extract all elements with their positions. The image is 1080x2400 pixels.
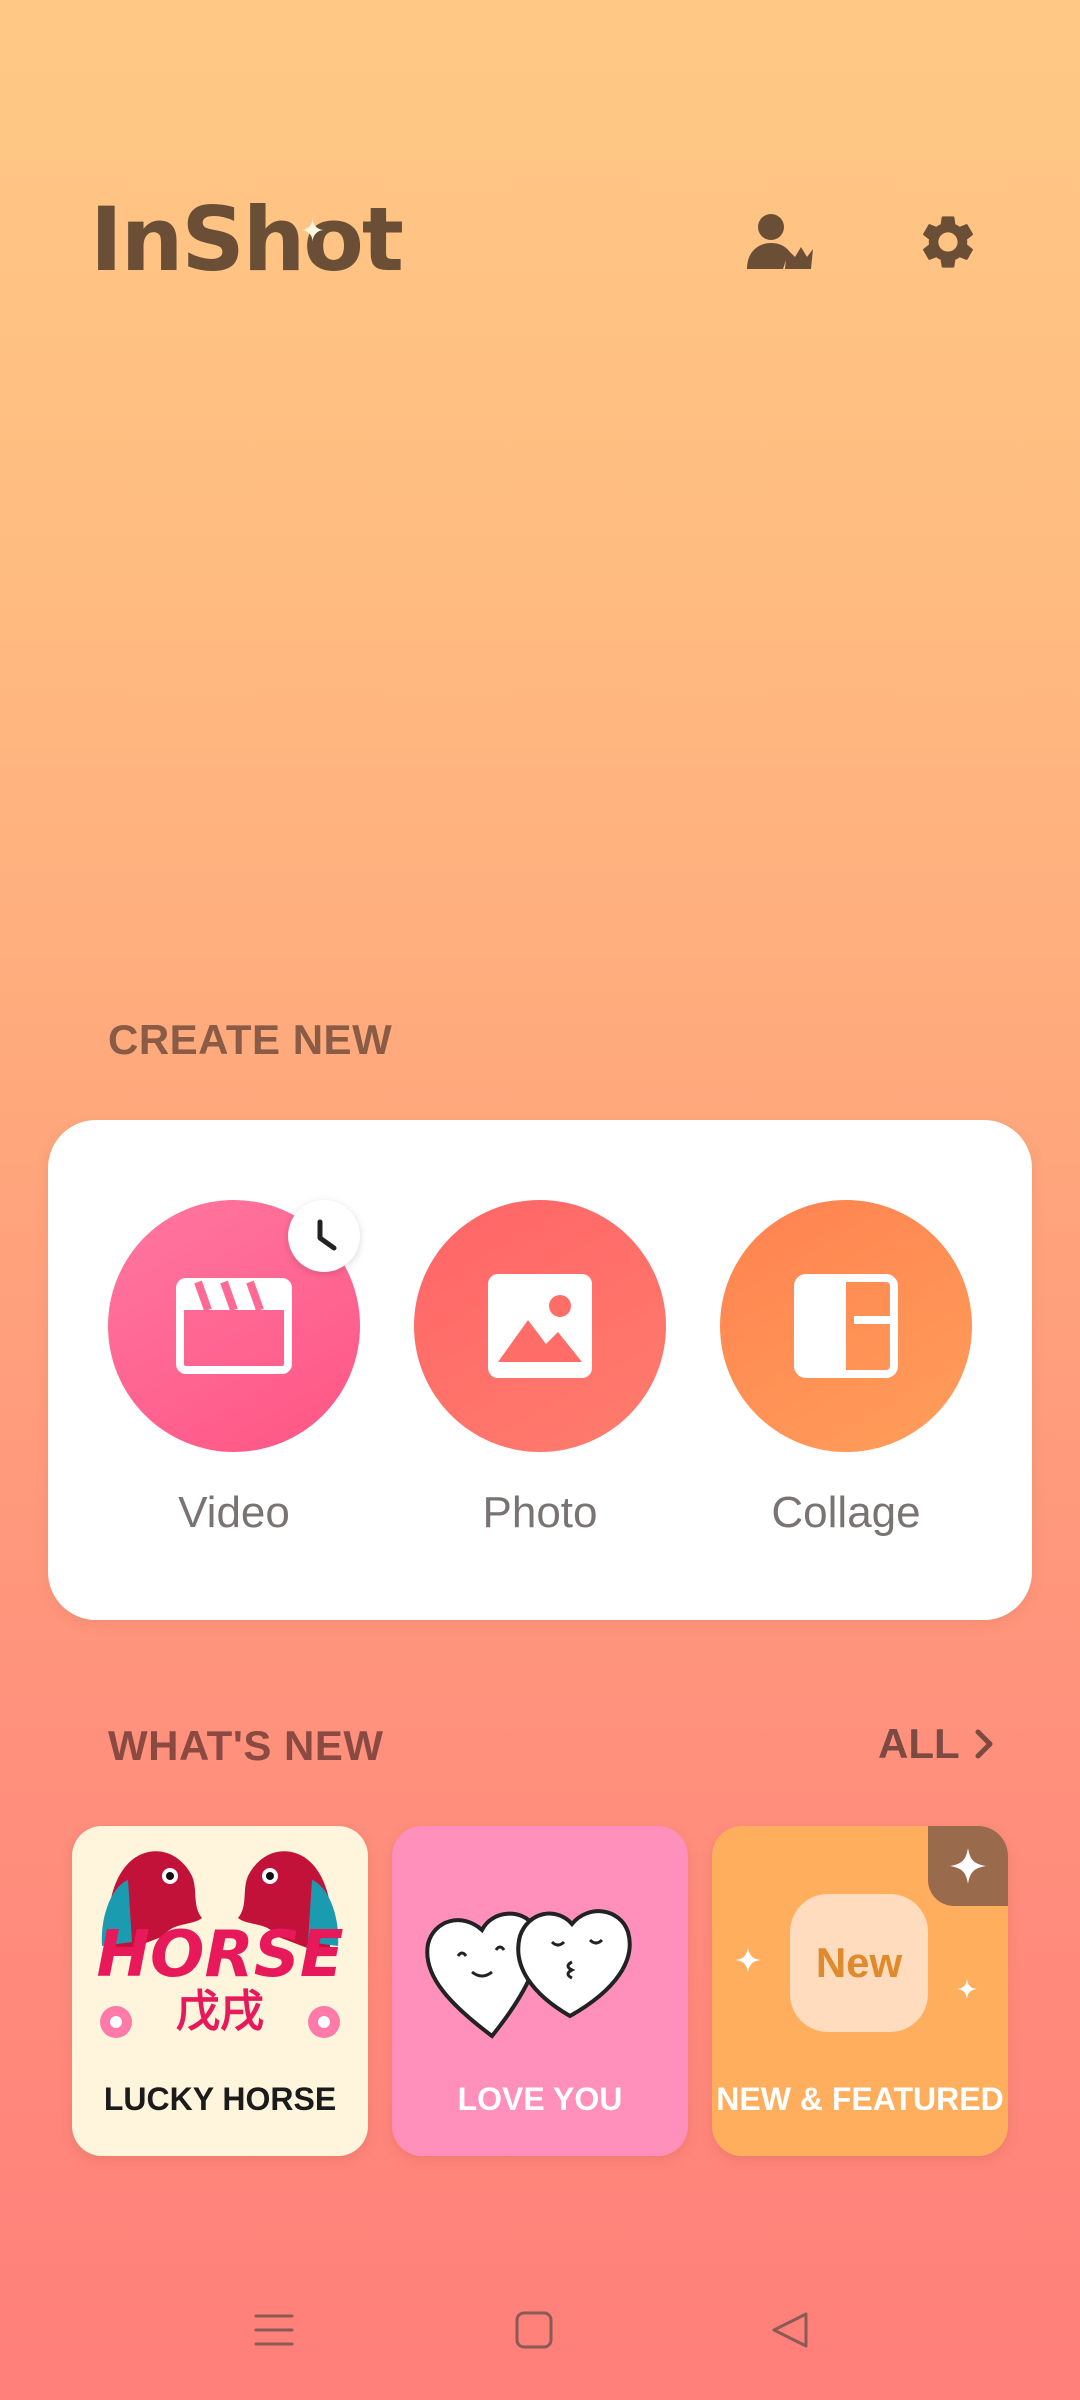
collage-tool-button[interactable]: Collage [720, 1200, 972, 1538]
home-button[interactable] [494, 2290, 574, 2370]
feature-card-lucky-horse[interactable]: HORSE 戊戌 LUCKY HORSE [72, 1826, 368, 2156]
recent-apps-button[interactable] [234, 2290, 314, 2370]
new-pill: New [790, 1894, 928, 2032]
square-home-icon [515, 2311, 553, 2349]
whats-new-title: WHAT'S NEW [108, 1722, 384, 1769]
photo-label: Photo [482, 1488, 598, 1537]
photo-circle[interactable] [414, 1200, 666, 1452]
gear-icon [923, 216, 973, 268]
collage-circle[interactable] [720, 1200, 972, 1452]
feature-card-love-you[interactable]: LOVE YOU [392, 1826, 688, 2156]
create-new-card: Video Photo Collage [48, 1120, 1032, 1620]
view-all-label: ALL [878, 1720, 960, 1767]
clapperboard-icon [176, 1278, 292, 1374]
clock-icon [317, 1219, 337, 1251]
lucky-horse-label: LUCKY HORSE [103, 2081, 337, 2117]
horse-art-subtext: 戊戌 [176, 1986, 264, 2037]
top-bar: InShot ✦ [0, 190, 1080, 300]
feature-card-new-featured[interactable]: New NEW & FEATURED [712, 1826, 1008, 2156]
chevron-right-icon [975, 1729, 993, 1759]
horse-art-text: HORSE [96, 1918, 343, 1992]
system-navigation-bar [0, 2290, 1080, 2370]
sparkle-icon [735, 1947, 761, 1973]
video-label: Video [178, 1488, 290, 1537]
new-featured-label: NEW & FEATURED [716, 2081, 1004, 2117]
video-tool-button[interactable]: Video [108, 1200, 360, 1538]
settings-button[interactable] [908, 202, 988, 282]
view-all-link[interactable]: ALL [878, 1720, 994, 1768]
hearts-sticker-art [425, 1909, 632, 2039]
vip-profile-button[interactable] [740, 202, 820, 282]
app-logo: InShot ✦ [90, 190, 404, 290]
back-button[interactable] [750, 2290, 830, 2370]
image-icon [488, 1274, 592, 1378]
user-crown-icon [747, 214, 813, 269]
horse-sticker-art: HORSE 戊戌 [96, 1851, 344, 2038]
triangle-back-icon [772, 2312, 808, 2348]
logo-sparkle-icon: ✦ [300, 214, 325, 249]
collage-layout-icon [794, 1274, 898, 1378]
photo-tool-button[interactable]: Photo [414, 1200, 666, 1538]
sparkle-icon [950, 1848, 986, 1884]
sparkle-icon [957, 1979, 977, 1999]
menu-icon [254, 2314, 294, 2346]
create-new-title: CREATE NEW [108, 1016, 393, 1063]
featured-corner-tag [928, 1826, 1008, 1906]
recent-drafts-badge[interactable] [288, 1200, 360, 1272]
collage-label: Collage [771, 1488, 921, 1537]
love-you-label: LOVE YOU [457, 2081, 623, 2117]
